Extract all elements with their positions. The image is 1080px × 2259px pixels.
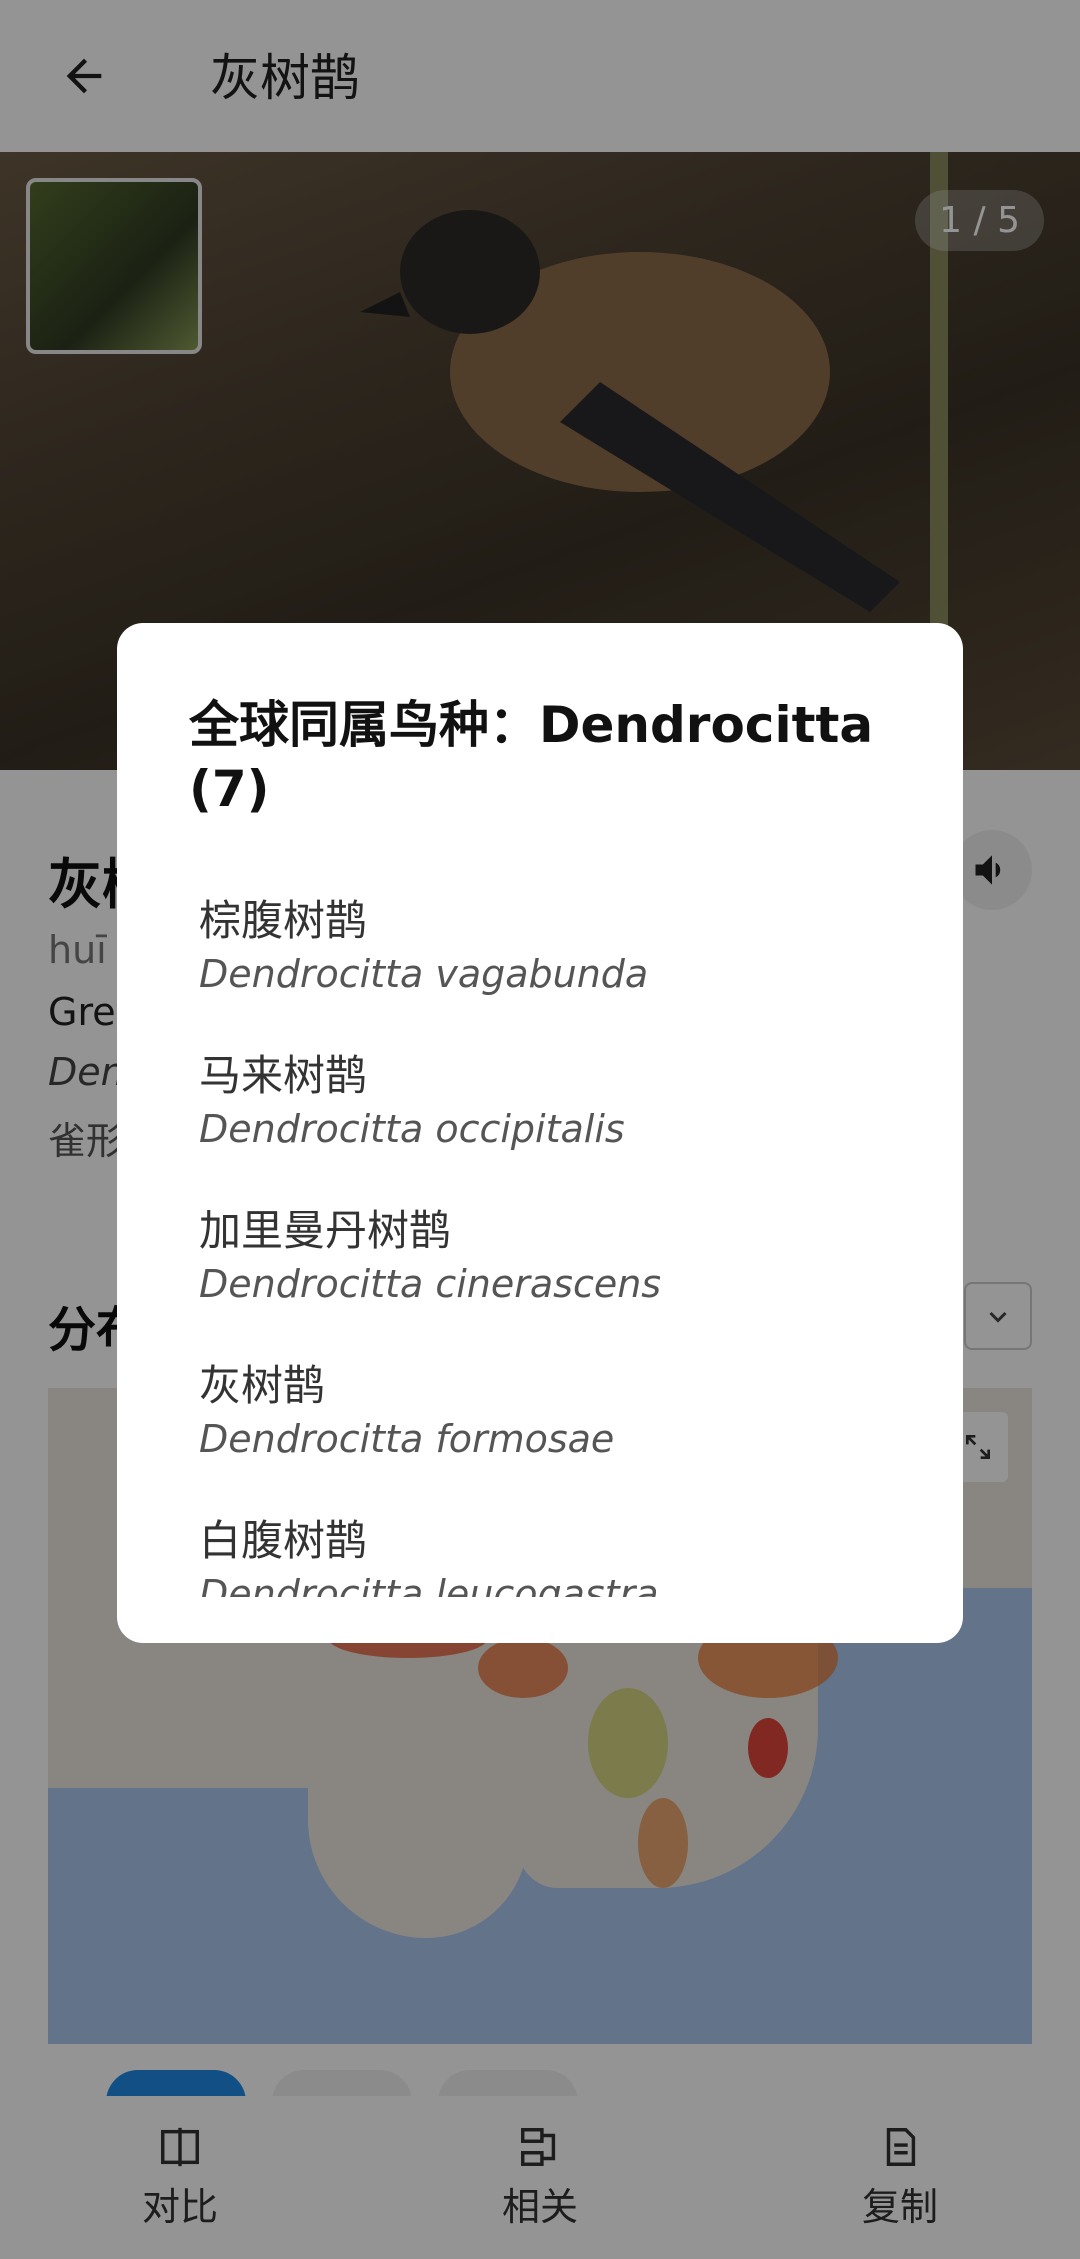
list-item-latin-name: Dendrocitta cinerascens bbox=[199, 1262, 662, 1306]
list-item-chinese-name: 马来树鹊 bbox=[199, 1051, 368, 1100]
list-item[interactable]: 灰树鹊 Dendrocitta formosae bbox=[117, 1350, 963, 1505]
same-genus-dialog: 全球同属鸟种：Dendrocitta (7) 棕腹树鹊 Dendrocitta … bbox=[117, 623, 963, 1643]
list-item[interactable]: 棕腹树鹊 Dendrocitta vagabunda bbox=[117, 885, 963, 1040]
list-item-chinese-name: 白腹树鹊 bbox=[199, 1516, 368, 1565]
dialog-title: 全球同属鸟种：Dendrocitta (7) bbox=[189, 696, 874, 818]
list-item[interactable]: 加里曼丹树鹊 Dendrocitta cinerascens bbox=[117, 1195, 963, 1350]
species-list[interactable]: 棕腹树鹊 Dendrocitta vagabunda 马来树鹊 Dendroci… bbox=[117, 885, 963, 1597]
list-item-latin-name: Dendrocitta occipitalis bbox=[199, 1107, 625, 1151]
list-item-chinese-name: 灰树鹊 bbox=[199, 1361, 326, 1410]
list-item-chinese-name: 棕腹树鹊 bbox=[199, 896, 368, 945]
list-item-latin-name: Dendrocitta formosae bbox=[199, 1417, 615, 1461]
list-item-latin-name: Dendrocitta vagabunda bbox=[199, 952, 649, 996]
list-item-latin-name: Dendrocitta leucogastra bbox=[199, 1572, 659, 1597]
list-item-chinese-name: 加里曼丹树鹊 bbox=[199, 1206, 452, 1255]
list-item[interactable]: 马来树鹊 Dendrocitta occipitalis bbox=[117, 1040, 963, 1195]
list-item[interactable]: 白腹树鹊 Dendrocitta leucogastra bbox=[117, 1505, 963, 1597]
